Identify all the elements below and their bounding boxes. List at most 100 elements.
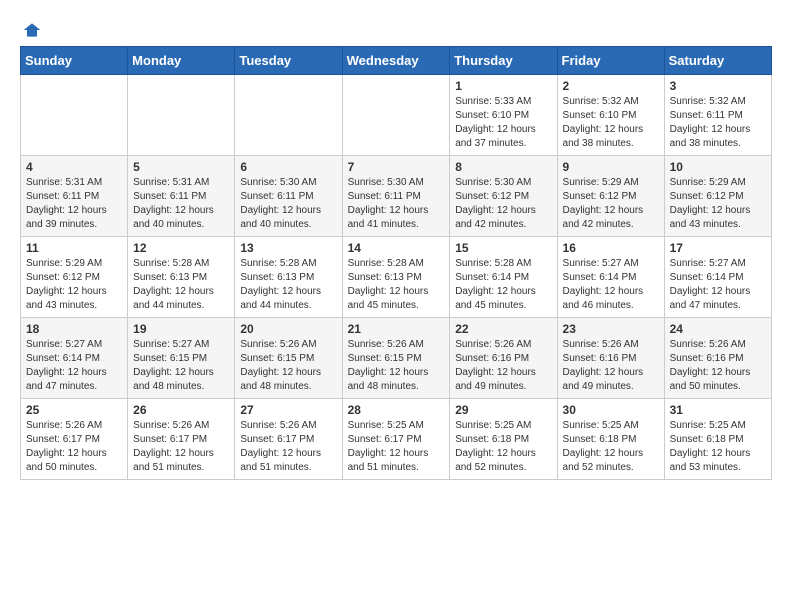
page-header (20, 20, 772, 36)
day-number: 27 (240, 403, 336, 417)
day-info: Sunrise: 5:26 AM Sunset: 6:15 PM Dayligh… (240, 338, 336, 394)
day-info: Sunrise: 5:25 AM Sunset: 6:18 PM Dayligh… (455, 419, 551, 475)
day-number: 5 (133, 160, 229, 174)
day-info: Sunrise: 5:31 AM Sunset: 6:11 PM Dayligh… (133, 176, 229, 232)
day-info: Sunrise: 5:32 AM Sunset: 6:10 PM Dayligh… (563, 95, 659, 151)
calendar-cell: 25 Sunrise: 5:26 AM Sunset: 6:17 PM Dayli… (21, 399, 128, 480)
day-number: 22 (455, 322, 551, 336)
calendar-cell: 7 Sunrise: 5:30 AM Sunset: 6:11 PM Daylig… (342, 156, 450, 237)
day-info: Sunrise: 5:30 AM Sunset: 6:11 PM Dayligh… (240, 176, 336, 232)
calendar-cell: 10 Sunrise: 5:29 AM Sunset: 6:12 PM Dayli… (664, 156, 771, 237)
day-number: 24 (670, 322, 766, 336)
day-number: 20 (240, 322, 336, 336)
calendar-cell: 21Sunrise: 5:26 AM Sunset: 6:15 PM Dayli… (342, 318, 450, 399)
calendar-cell: 13 Sunrise: 5:28 AM Sunset: 6:13 PM Dayli… (235, 237, 342, 318)
calendar-cell: 12 Sunrise: 5:28 AM Sunset: 6:13 PM Dayli… (128, 237, 235, 318)
day-header-sunday: Sunday (21, 47, 128, 75)
day-number: 26 (133, 403, 229, 417)
calendar-cell: 28 Sunrise: 5:25 AM Sunset: 6:17 PM Dayli… (342, 399, 450, 480)
day-info: Sunrise: 5:29 AM Sunset: 6:12 PM Dayligh… (563, 176, 659, 232)
day-number: 11 (26, 241, 122, 255)
day-number: 16 (563, 241, 659, 255)
day-number: 7 (348, 160, 445, 174)
calendar-cell: 29 Sunrise: 5:25 AM Sunset: 6:18 PM Dayli… (450, 399, 557, 480)
day-info: Sunrise: 5:25 AM Sunset: 6:18 PM Dayligh… (563, 419, 659, 475)
day-number: 23 (563, 322, 659, 336)
day-header-monday: Monday (128, 47, 235, 75)
day-info: Sunrise: 5:29 AM Sunset: 6:12 PM Dayligh… (670, 176, 766, 232)
day-header-thursday: Thursday (450, 47, 557, 75)
day-info: Sunrise: 5:26 AM Sunset: 6:16 PM Dayligh… (670, 338, 766, 394)
day-info: Sunrise: 5:30 AM Sunset: 6:11 PM Dayligh… (348, 176, 445, 232)
calendar-cell: 4 Sunrise: 5:31 AM Sunset: 6:11 PM Daylig… (21, 156, 128, 237)
day-info: Sunrise: 5:25 AM Sunset: 6:18 PM Dayligh… (670, 419, 766, 475)
day-number: 30 (563, 403, 659, 417)
calendar-cell (21, 75, 128, 156)
day-number: 29 (455, 403, 551, 417)
day-number: 13 (240, 241, 336, 255)
calendar-cell: 11Sunrise: 5:29 AM Sunset: 6:12 PM Dayli… (21, 237, 128, 318)
day-info: Sunrise: 5:26 AM Sunset: 6:15 PM Dayligh… (348, 338, 445, 394)
calendar-week-row: 1Sunrise: 5:33 AM Sunset: 6:10 PM Daylig… (21, 75, 772, 156)
day-number: 18 (26, 322, 122, 336)
calendar-cell: 18Sunrise: 5:27 AM Sunset: 6:14 PM Dayli… (21, 318, 128, 399)
calendar-cell: 26 Sunrise: 5:26 AM Sunset: 6:17 PM Dayli… (128, 399, 235, 480)
calendar-header-row: SundayMondayTuesdayWednesdayThursdayFrid… (21, 47, 772, 75)
day-info: Sunrise: 5:28 AM Sunset: 6:14 PM Dayligh… (455, 257, 551, 313)
calendar-cell: 1Sunrise: 5:33 AM Sunset: 6:10 PM Daylig… (450, 75, 557, 156)
day-number: 9 (563, 160, 659, 174)
calendar-week-row: 18Sunrise: 5:27 AM Sunset: 6:14 PM Dayli… (21, 318, 772, 399)
calendar-week-row: 25 Sunrise: 5:26 AM Sunset: 6:17 PM Dayli… (21, 399, 772, 480)
calendar-cell: 30 Sunrise: 5:25 AM Sunset: 6:18 PM Dayli… (557, 399, 664, 480)
day-info: Sunrise: 5:28 AM Sunset: 6:13 PM Dayligh… (348, 257, 445, 313)
day-number: 14 (348, 241, 445, 255)
day-number: 19 (133, 322, 229, 336)
day-info: Sunrise: 5:28 AM Sunset: 6:13 PM Dayligh… (133, 257, 229, 313)
day-number: 3 (670, 79, 766, 93)
day-info: Sunrise: 5:32 AM Sunset: 6:11 PM Dayligh… (670, 95, 766, 151)
day-info: Sunrise: 5:26 AM Sunset: 6:16 PM Dayligh… (563, 338, 659, 394)
day-header-wednesday: Wednesday (342, 47, 450, 75)
day-info: Sunrise: 5:31 AM Sunset: 6:11 PM Dayligh… (26, 176, 122, 232)
calendar-cell: 15 Sunrise: 5:28 AM Sunset: 6:14 PM Dayli… (450, 237, 557, 318)
day-header-tuesday: Tuesday (235, 47, 342, 75)
day-info: Sunrise: 5:25 AM Sunset: 6:17 PM Dayligh… (348, 419, 445, 475)
calendar-cell: 20 Sunrise: 5:26 AM Sunset: 6:15 PM Dayli… (235, 318, 342, 399)
day-info: Sunrise: 5:30 AM Sunset: 6:12 PM Dayligh… (455, 176, 551, 232)
day-number: 1 (455, 79, 551, 93)
calendar-cell: 2 Sunrise: 5:32 AM Sunset: 6:10 PM Daylig… (557, 75, 664, 156)
calendar-cell: 24 Sunrise: 5:26 AM Sunset: 6:16 PM Dayli… (664, 318, 771, 399)
logo (20, 20, 42, 36)
day-info: Sunrise: 5:28 AM Sunset: 6:13 PM Dayligh… (240, 257, 336, 313)
calendar-week-row: 11Sunrise: 5:29 AM Sunset: 6:12 PM Dayli… (21, 237, 772, 318)
calendar-cell (128, 75, 235, 156)
day-header-saturday: Saturday (664, 47, 771, 75)
calendar-cell: 17Sunrise: 5:27 AM Sunset: 6:14 PM Dayli… (664, 237, 771, 318)
day-info: Sunrise: 5:27 AM Sunset: 6:15 PM Dayligh… (133, 338, 229, 394)
day-number: 4 (26, 160, 122, 174)
day-info: Sunrise: 5:26 AM Sunset: 6:16 PM Dayligh… (455, 338, 551, 394)
day-info: Sunrise: 5:27 AM Sunset: 6:14 PM Dayligh… (563, 257, 659, 313)
logo-icon (22, 20, 42, 40)
day-info: Sunrise: 5:26 AM Sunset: 6:17 PM Dayligh… (26, 419, 122, 475)
calendar-cell: 9 Sunrise: 5:29 AM Sunset: 6:12 PM Daylig… (557, 156, 664, 237)
calendar-cell: 31 Sunrise: 5:25 AM Sunset: 6:18 PM Dayli… (664, 399, 771, 480)
calendar-cell: 16 Sunrise: 5:27 AM Sunset: 6:14 PM Dayli… (557, 237, 664, 318)
day-info: Sunrise: 5:26 AM Sunset: 6:17 PM Dayligh… (133, 419, 229, 475)
calendar-cell: 23 Sunrise: 5:26 AM Sunset: 6:16 PM Dayli… (557, 318, 664, 399)
calendar-week-row: 4 Sunrise: 5:31 AM Sunset: 6:11 PM Daylig… (21, 156, 772, 237)
calendar-cell: 3 Sunrise: 5:32 AM Sunset: 6:11 PM Daylig… (664, 75, 771, 156)
calendar-cell: 14 Sunrise: 5:28 AM Sunset: 6:13 PM Dayli… (342, 237, 450, 318)
day-number: 2 (563, 79, 659, 93)
day-number: 28 (348, 403, 445, 417)
day-number: 10 (670, 160, 766, 174)
calendar-cell (235, 75, 342, 156)
calendar-cell (342, 75, 450, 156)
day-number: 25 (26, 403, 122, 417)
day-number: 31 (670, 403, 766, 417)
calendar-cell: 27Sunrise: 5:26 AM Sunset: 6:17 PM Dayli… (235, 399, 342, 480)
day-number: 15 (455, 241, 551, 255)
day-info: Sunrise: 5:27 AM Sunset: 6:14 PM Dayligh… (670, 257, 766, 313)
calendar-cell: 22 Sunrise: 5:26 AM Sunset: 6:16 PM Dayli… (450, 318, 557, 399)
day-number: 12 (133, 241, 229, 255)
